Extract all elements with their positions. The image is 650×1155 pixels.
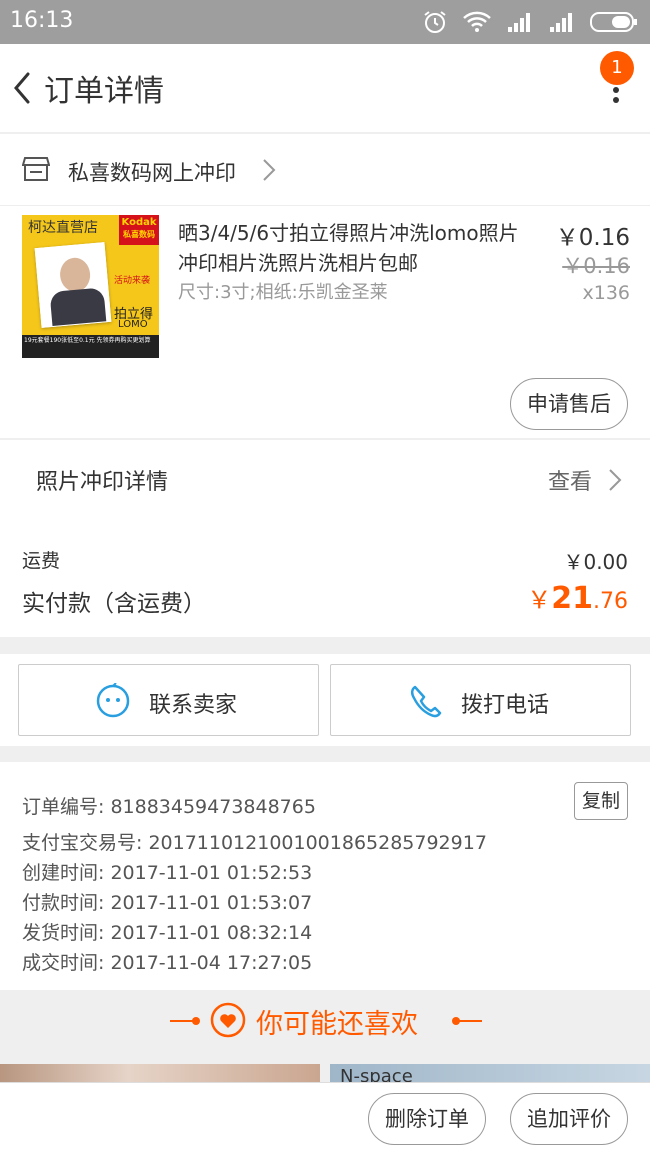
chevron-right-icon — [263, 159, 276, 181]
copy-button[interactable]: 复制 — [574, 782, 628, 820]
store-row[interactable]: 私喜数码网上冲印 — [0, 134, 650, 206]
product-title[interactable]: 晒3/4/5/6寸拍立得照片冲洗lomo照片冲印相片洗照片洗相片包邮 — [178, 218, 523, 278]
call-button[interactable]: 拨打电话 — [330, 664, 631, 736]
thumb-portrait — [34, 242, 112, 328]
bottom-action-bar: 删除订单 追加评价 — [0, 1082, 650, 1155]
paid-label: 实付款（含运费） — [22, 591, 206, 617]
chat-bubble-icon — [96, 683, 130, 718]
thumb-promo: 活动来袭 — [114, 276, 151, 286]
photo-detail-label: 照片冲印详情 — [36, 470, 169, 495]
shipping-label: 运费 — [22, 550, 61, 572]
phone-icon — [410, 685, 442, 718]
shop-icon — [22, 157, 50, 181]
created-time: 创建时间: 2017-11-01 01:52:53 — [22, 862, 313, 884]
signal-icon — [508, 13, 530, 32]
recommend-title: 你可能还喜欢 — [256, 1009, 418, 1040]
completed-time: 成交时间: 2017-11-04 17:27:05 — [22, 952, 313, 974]
page-title: 订单详情 — [44, 74, 164, 109]
divider-right — [454, 1020, 482, 1022]
status-icons — [422, 8, 638, 36]
store-name: 私喜数码网上冲印 — [68, 161, 236, 185]
thumb-lomo-line2: LOMO — [118, 319, 148, 330]
original-price: ￥0.16 — [562, 254, 630, 278]
product-spec: 尺寸:3寸;相纸:乐凯金圣莱 — [178, 282, 388, 303]
paid-time: 付款时间: 2017-11-01 01:53:07 — [22, 892, 313, 914]
alipay-number: 支付宝交易号: 2017110121001001865285792917 — [22, 832, 487, 854]
product-thumbnail[interactable]: 柯达直营店 Kodak 私喜数码 活动来袭 拍立得 LOMO 19元套餐190张… — [22, 215, 159, 358]
status-bar: 16:13 — [0, 0, 650, 44]
delete-order-button[interactable]: 删除订单 — [368, 1093, 486, 1145]
thumb-footer: 19元套餐190张低至0.1元 先领券再购买更划算 — [22, 335, 159, 358]
call-label: 拨打电话 — [461, 693, 550, 718]
thumb-store-tag: 柯达直营店 — [28, 220, 98, 236]
product-price: ￥0.16 — [555, 225, 630, 251]
chevron-right-icon — [609, 469, 622, 491]
order-item[interactable]: 柯达直营店 Kodak 私喜数码 活动来袭 拍立得 LOMO 19元套餐190张… — [0, 206, 650, 438]
product-quantity: x136 — [582, 282, 630, 304]
order-info: 订单编号: 81883459473848765 复制 支付宝交易号: 20171… — [0, 762, 650, 990]
fees-section: 运费 ￥0.00 实付款（含运费） ￥21.76 — [0, 520, 650, 637]
divider-dot-left — [192, 1017, 200, 1025]
view-link[interactable]: 查看 — [548, 464, 592, 496]
order-number: 订单编号: 81883459473848765 — [22, 796, 316, 818]
heart-icon — [210, 1002, 246, 1038]
paid-amount: ￥21.76 — [527, 581, 628, 616]
photo-detail-row[interactable]: 照片冲印详情 查看 — [0, 440, 650, 520]
contact-seller-button[interactable]: 联系卖家 — [18, 664, 319, 736]
nav-bar: 订单详情 1 — [0, 44, 650, 132]
battery-icon — [590, 12, 637, 32]
contact-actions: 联系卖家 拨打电话 — [0, 654, 650, 746]
recommend-header: 你可能还喜欢 — [0, 990, 650, 1052]
kodak-logo: Kodak 私喜数码 — [119, 215, 159, 245]
notification-badge: 1 — [600, 51, 634, 85]
back-arrow-icon[interactable] — [4, 62, 44, 114]
contact-seller-label: 联系卖家 — [149, 693, 238, 718]
alarm-icon — [424, 11, 446, 33]
shipping-value: ￥0.00 — [563, 550, 628, 574]
wifi-icon — [463, 11, 491, 32]
add-review-button[interactable]: 追加评价 — [510, 1093, 628, 1145]
status-time: 16:13 — [10, 8, 74, 33]
after-sale-button[interactable]: 申请售后 — [510, 378, 628, 430]
shipped-time: 发货时间: 2017-11-01 08:32:14 — [22, 922, 313, 944]
signal-icon-2 — [550, 13, 572, 32]
